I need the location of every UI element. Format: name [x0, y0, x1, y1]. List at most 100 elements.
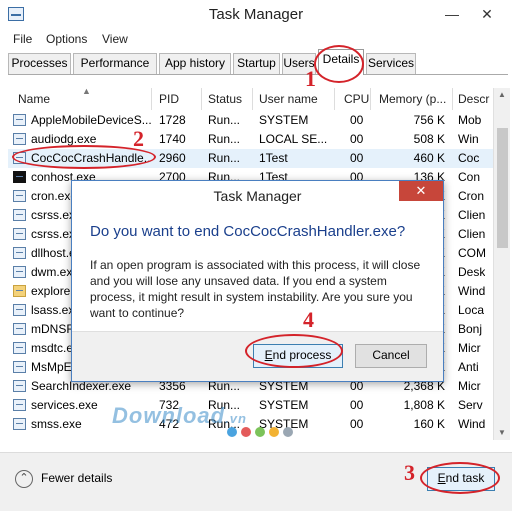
process-cpu: 00 — [350, 398, 364, 412]
watermark: Download.vn — [112, 403, 293, 437]
tab-details[interactable]: Details — [318, 49, 364, 75]
column-description[interactable]: Descr — [458, 92, 489, 106]
scroll-up-icon[interactable]: ▲ — [498, 90, 506, 99]
callout-number: 2 — [133, 126, 144, 151]
watermark-dot — [269, 427, 279, 437]
process-description: Loca — [458, 303, 485, 317]
title-bar: Task Manager — ✕ — [0, 0, 512, 30]
tab-startup[interactable]: Startup — [233, 53, 280, 74]
callout-number: 4 — [303, 307, 314, 332]
dialog-title-bar: Task Manager ✕ — [72, 181, 443, 211]
process-cpu: 00 — [350, 151, 364, 165]
end-task-button[interactable]: End task — [427, 467, 495, 491]
process-memory: 160 K — [413, 417, 445, 431]
tab-performance[interactable]: Performance — [73, 53, 157, 74]
watermark-dot — [283, 427, 293, 437]
column-divider[interactable] — [151, 88, 152, 110]
application-icon — [13, 323, 26, 335]
scroll-thumb[interactable] — [497, 128, 508, 248]
process-memory: 508 K — [413, 132, 445, 146]
column-divider[interactable] — [370, 88, 371, 110]
scroll-down-icon[interactable]: ▼ — [498, 428, 506, 437]
end-process-button[interactable]: End process — [253, 344, 343, 368]
footer-bar: ⌃ Fewer details End task — [0, 452, 512, 511]
watermark-dot — [241, 427, 251, 437]
dialog-body: Do you want to end CocCocCrashHandler.ex… — [72, 211, 443, 331]
menu-options[interactable]: Options — [46, 32, 87, 46]
column-pid[interactable]: PID — [159, 92, 179, 106]
end-process-label: nd process — [272, 348, 332, 362]
application-icon — [13, 114, 26, 126]
dialog-heading: Do you want to end CocCocCrashHandler.ex… — [90, 223, 406, 240]
process-user: LOCAL SE... — [259, 132, 328, 146]
menu-file[interactable]: File — [13, 32, 32, 46]
process-description: Win — [458, 132, 479, 146]
process-name: CocCocCrashHandle... — [31, 151, 151, 165]
tab-processes[interactable]: Processes — [8, 53, 71, 74]
column-divider[interactable] — [252, 88, 253, 110]
process-description: Cron — [458, 189, 485, 203]
process-description: Bonj — [458, 322, 483, 336]
column-name[interactable]: Name — [18, 92, 50, 106]
process-cpu: 00 — [350, 132, 364, 146]
application-icon — [13, 399, 26, 411]
callout-number: 3 — [404, 460, 415, 485]
process-description: Con — [458, 170, 481, 184]
process-pid: 1740 — [159, 132, 186, 146]
application-icon — [13, 190, 26, 202]
process-description: COM — [458, 246, 486, 260]
cancel-button[interactable]: Cancel — [355, 344, 427, 368]
process-memory: 460 K — [413, 151, 445, 165]
tab-app-history[interactable]: App history — [159, 53, 231, 74]
process-description: Serv — [458, 398, 483, 412]
process-description: Wind — [458, 284, 486, 298]
application-icon — [13, 209, 26, 221]
process-pid: 2960 — [159, 151, 186, 165]
dialog-close-button[interactable]: ✕ — [399, 181, 443, 201]
process-description: Micr — [458, 341, 481, 355]
table-row[interactable]: audiodg.exe 1740 Run... LOCAL SE... 00 5… — [8, 130, 493, 149]
column-user-name[interactable]: User name — [259, 92, 318, 106]
process-description: Desk — [458, 265, 486, 279]
tab-services[interactable]: Services — [366, 53, 416, 74]
end-process-dialog: Task Manager ✕ Do you want to end CocCoc… — [71, 180, 444, 382]
tab-divider — [8, 74, 508, 75]
column-divider[interactable] — [334, 88, 335, 110]
table-row-selected[interactable]: CocCocCrashHandle... 2960 Run... 1Test 0… — [8, 149, 493, 168]
application-icon — [13, 152, 26, 164]
fewer-details-link[interactable]: Fewer details — [41, 471, 112, 485]
application-icon — [13, 342, 26, 354]
column-divider[interactable] — [201, 88, 202, 110]
application-icon — [13, 304, 26, 316]
process-status: Run... — [208, 113, 241, 127]
process-user: 1Test — [259, 151, 288, 165]
application-icon — [13, 133, 26, 145]
column-divider[interactable] — [452, 88, 453, 110]
process-cpu: 00 — [350, 417, 364, 431]
watermark-suffix: .vn — [225, 411, 247, 426]
minimize-button[interactable]: — — [441, 6, 463, 22]
column-cpu[interactable]: CPU — [344, 92, 369, 106]
watermark-dot — [255, 427, 265, 437]
column-memory[interactable]: Memory (p... — [379, 92, 446, 106]
tab-strip: Processes Performance App history Startu… — [8, 49, 512, 75]
process-user: SYSTEM — [259, 113, 309, 127]
watermark-dot — [227, 427, 237, 437]
process-user: SYSTEM — [259, 398, 309, 412]
end-task-label: nd task — [445, 471, 485, 485]
vertical-scrollbar[interactable]: ▲ ▼ — [493, 88, 510, 440]
column-status[interactable]: Status — [208, 92, 242, 106]
sort-up-icon: ▲ — [82, 86, 91, 96]
close-window-button[interactable]: ✕ — [476, 6, 498, 23]
application-icon — [13, 228, 26, 240]
callout-number: 1 — [305, 66, 316, 91]
table-row[interactable]: services.exe 732 Run... SYSTEM 00 1,808 … — [8, 396, 493, 415]
application-icon — [13, 247, 26, 259]
process-description: Coc — [458, 151, 480, 165]
dialog-button-bar: End process Cancel — [72, 331, 443, 381]
dialog-title: Task Manager — [213, 188, 302, 204]
menu-view[interactable]: View — [102, 32, 128, 46]
chevron-up-icon[interactable]: ⌃ — [15, 470, 33, 488]
process-status: Run... — [208, 132, 241, 146]
table-row[interactable]: AppleMobileDeviceS... 1728 Run... SYSTEM… — [8, 111, 493, 130]
